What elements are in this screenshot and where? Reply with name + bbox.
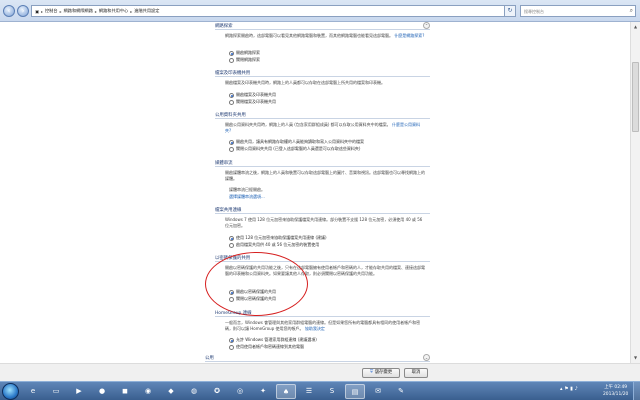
expand-icon[interactable]: ⌄ [423,354,430,361]
app-icon[interactable]: ✦ [253,384,273,399]
clock[interactable]: 上午 02:49 2013/11/20 [603,384,628,398]
clock-time: 上午 02:49 [604,385,628,390]
breadcrumb-item[interactable]: 網路和網際網路 [64,8,93,14]
radio-selected[interactable] [229,139,234,145]
radio-option[interactable]: 使用使用者帳戶和密碼連線到其他電腦 [229,344,304,350]
radio-option[interactable]: 關閉網路探索 [229,57,260,63]
app-icon[interactable]: ✉ [368,384,388,399]
section-description: 開啟媒體串流之後，網路上的人員和裝置可以存取這部電腦上的圖片、音樂和視訊。這部電… [225,170,425,181]
app-icon[interactable]: ◼ [115,384,135,399]
radio-option[interactable]: 關閉公用資料夾共用 (已登入這部電腦的人員還是可以存取這些資料夾) [229,146,360,152]
scroll-down-icon[interactable]: ▼ [632,354,639,361]
refresh-icon[interactable]: ↻ [504,5,516,17]
shield-icon: ⛨ [369,370,374,375]
show-desktop-button[interactable] [633,382,640,400]
app-icon[interactable]: ✎ [391,384,411,399]
help-link[interactable]: 什麼是網路探索? [394,33,424,38]
app-icon[interactable]: ▤ [345,384,365,399]
ie-icon[interactable]: e [23,384,43,399]
cancel-button[interactable]: 取消 [404,368,428,378]
section-description: 網路探索開啟時，這部電腦可以看見其他網路電腦和裝置，而其他網路電腦也能看見這部電… [225,33,393,38]
radio-option[interactable]: 開啟檔案及印表機共用 [229,92,276,98]
app-icon[interactable]: ◉ [138,384,158,399]
radio-option[interactable]: 開啟共用，讓具有網路存取權的人員能夠讀取和寫入公用資料夾中的檔案 [229,139,364,145]
chrome-icon[interactable]: ◎ [230,384,250,399]
section-description: 開啟公用資料夾共用時，網路上的人員 (包含家用群組成員) 都可以存取公用資料夾中… [225,122,391,127]
app-icon[interactable]: ◆ [161,384,181,399]
section-description: 開啟檔案及印表機共用時，網路上的人員都可以存取在這部電腦上所共用的檔案和印表機。 [225,80,385,85]
breadcrumb-item[interactable]: 進階共用設定 [134,8,159,14]
save-changes-button[interactable]: ⛨ 儲存變更 [362,368,400,378]
radio-selected[interactable] [229,235,234,241]
taskbar: e ▭ ▶ ● ◼ ◉ ◆ ◍ ✪ ◎ ✦ ♠ ☰ S ▤ ✉ ✎ ▴ ⚑ ▮ … [0,381,640,400]
radio-option[interactable]: 啟用檔案共用供 40 或 56 位元加密的裝置使用 [229,242,319,248]
radio-unselected[interactable] [229,344,234,350]
scrollbar-thumb[interactable] [632,62,639,132]
breadcrumb-item[interactable]: 控制台 [45,8,58,14]
radio-selected[interactable] [229,92,234,98]
radio-selected[interactable] [229,50,234,56]
skype-icon[interactable]: S [322,384,342,399]
radio-option[interactable]: 開啟網路探索 [229,50,260,56]
search-icon: ⌕ [629,7,633,14]
clock-date: 2013/11/20 [603,392,629,397]
radio-option[interactable]: 使用 128 位元加密來協助保護檔案共用連線 (建議) [229,235,327,241]
vertical-scrollbar[interactable]: ▲ ▼ [630,22,640,363]
radio-unselected[interactable] [229,242,234,248]
app-icon[interactable]: ☰ [299,384,319,399]
button-bar: ⛨ 儲存變更 取消 [0,363,640,381]
breadcrumb[interactable]: ▣ ▸ 控制台 ▸ 網路和網際網路 ▸ 網路和共用中心 ▸ 進階共用設定 [31,5,505,17]
radio-unselected[interactable] [229,57,234,63]
explorer-icon[interactable]: ▭ [46,384,66,399]
address-bar: ‹ › ▣ ▸ 控制台 ▸ 網路和網際網路 ▸ 網路和共用中心 ▸ 進階共用設定… [0,0,640,22]
section-description: Windows 7 使用 128 位元加密來協助保護檔案共用連線。部分裝置不支援… [225,217,423,228]
scroll-up-icon[interactable]: ▲ [632,23,639,30]
media-streaming-options-link[interactable]: 選擇媒體串流選項... [229,194,265,200]
app-icon[interactable]: ✪ [207,384,227,399]
breadcrumb-item[interactable]: 網路和共用中心 [99,8,128,14]
radio-option[interactable]: 允許 Windows 管理家用群組連線 (建議選項) [229,337,317,343]
search-placeholder: 搜尋控制台 [524,9,544,14]
media-player-icon[interactable]: ▶ [69,384,89,399]
radio-selected[interactable] [229,337,234,343]
back-arrow-icon[interactable]: ‹ [3,5,15,17]
start-button[interactable] [2,383,19,400]
forward-arrow-icon[interactable]: › [17,5,29,17]
search-input[interactable]: 搜尋控制台 ⌕ [520,5,636,17]
control-panel-icon: ▣ [35,8,39,14]
app-icon[interactable]: ● [92,384,112,399]
app-icon[interactable]: ◍ [184,384,204,399]
help-link[interactable]: 協助我決定 [305,326,325,331]
radio-unselected[interactable] [229,146,234,152]
radio-option[interactable]: 關閉檔案及印表機共用 [229,99,276,105]
media-streaming-status: 媒體串流已經開啟。 [229,187,265,192]
system-tray[interactable]: ▴ ⚑ ▮ ♪ [560,386,578,392]
radio-unselected[interactable] [229,99,234,105]
app-icon[interactable]: ♠ [276,384,296,399]
annotation-circle [205,252,308,316]
collapse-icon[interactable]: ⌃ [423,22,430,29]
